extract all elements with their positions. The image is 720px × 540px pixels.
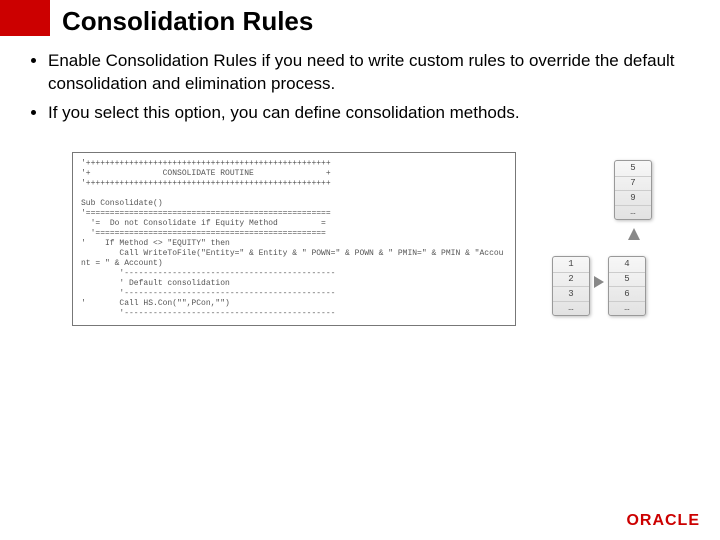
source-entity-block: 1 2 3 … — [552, 256, 590, 316]
bullet-item: Enable Consolidation Rules if you need t… — [48, 50, 700, 96]
slide-title: Consolidation Rules — [62, 6, 313, 37]
keypad-digit: 7 — [615, 176, 651, 191]
brand-accent-bar — [0, 0, 50, 36]
arrow-right-icon — [594, 276, 604, 288]
code-sample: '+++++++++++++++++++++++++++++++++++++++… — [81, 159, 507, 319]
keypad-digit: 5 — [609, 272, 645, 287]
bullet-item: If you select this option, you can defin… — [48, 102, 700, 125]
keypad-more: … — [553, 301, 589, 316]
keypad-digit: 1 — [553, 257, 589, 272]
keypad-digit: 3 — [553, 286, 589, 301]
keypad-digit: 2 — [553, 272, 589, 287]
oracle-logo: ORACLE — [626, 512, 700, 530]
consolidated-entity-block: 5 7 9 … — [614, 160, 652, 220]
keypad-more: … — [609, 301, 645, 316]
intermediate-entity-block: 4 5 6 … — [608, 256, 646, 316]
keypad-digit: 6 — [609, 286, 645, 301]
code-sample-frame: '+++++++++++++++++++++++++++++++++++++++… — [72, 152, 516, 326]
keypad-more: … — [615, 205, 651, 220]
bullet-list: Enable Consolidation Rules if you need t… — [28, 50, 700, 131]
arrow-up-icon — [628, 228, 640, 240]
keypad-digit: 4 — [609, 257, 645, 272]
keypad-digit: 5 — [615, 161, 651, 176]
keypad-digit: 9 — [615, 190, 651, 205]
